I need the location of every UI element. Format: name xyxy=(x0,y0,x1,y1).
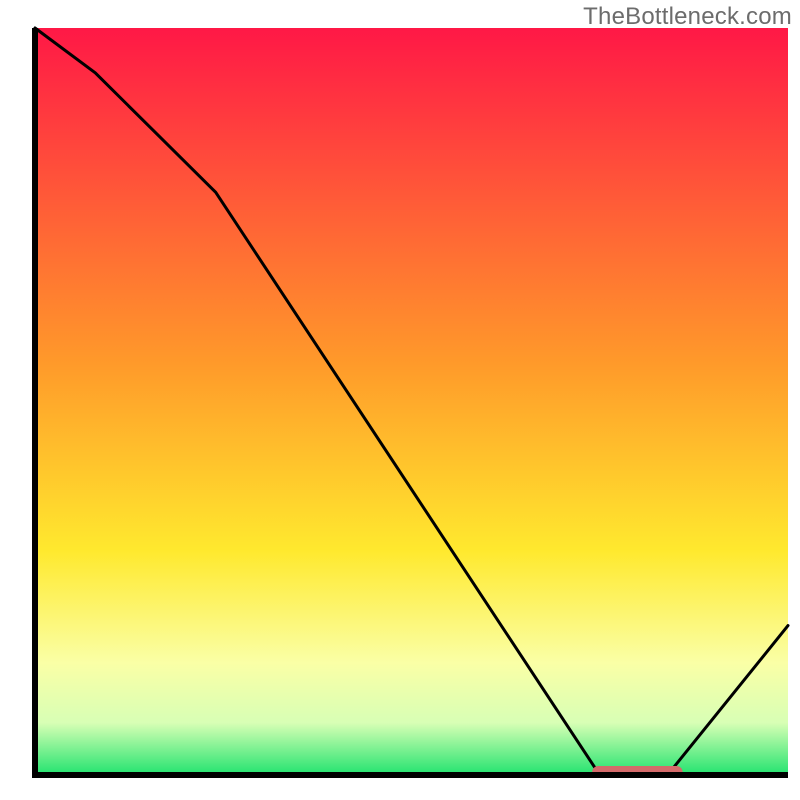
plot-background xyxy=(35,28,788,775)
bottleneck-chart xyxy=(0,0,800,800)
chart-container: TheBottleneck.com xyxy=(0,0,800,800)
watermark-text: TheBottleneck.com xyxy=(583,3,792,31)
